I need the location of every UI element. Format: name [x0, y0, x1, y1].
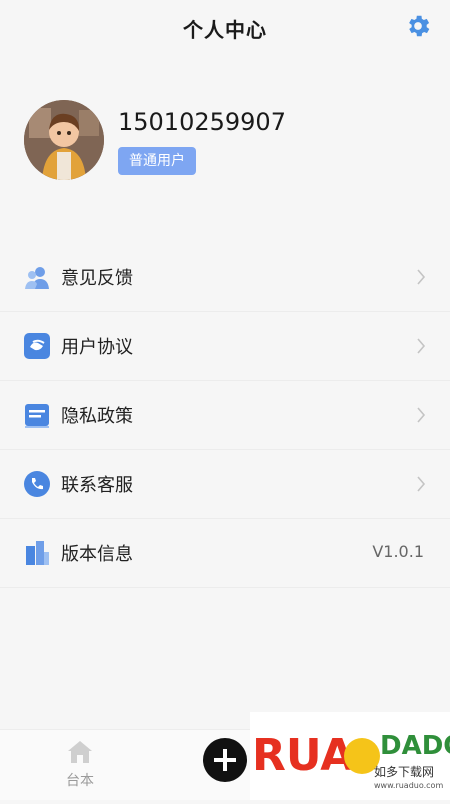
avatar-image [24, 100, 104, 180]
menu-item-privacy-policy[interactable]: 隐私政策 [0, 381, 450, 450]
user-level-badge: 普通用户 [118, 147, 196, 175]
svg-text:DADO: DADO [380, 731, 450, 761]
watermark-logo: RUA DADO 如多下载网 www.ruaduo.com [250, 712, 450, 800]
avatar[interactable] [24, 100, 104, 180]
chevron-right-icon [417, 338, 426, 354]
tab-home-label: 台本 [66, 773, 94, 789]
svg-text:www.ruaduo.com: www.ruaduo.com [374, 781, 443, 790]
menu-item-label: 意见反馈 [61, 268, 133, 289]
menu-item-label: 联系客服 [61, 475, 133, 496]
svg-text:RUA: RUA [252, 730, 354, 781]
plus-icon [214, 749, 236, 771]
document-icon [25, 404, 49, 428]
chevron-right-icon [417, 407, 426, 423]
menu-item-user-agreement[interactable]: 用户协议 [0, 312, 450, 381]
tab-home[interactable]: 台本 [58, 740, 102, 792]
menu-item-label: 用户协议 [61, 337, 133, 358]
settings-menu: 意见反馈 用户协议 隐私政策 联系客服 版本信息 V1.0.1 [0, 243, 450, 588]
users-icon [25, 267, 49, 289]
building-icon [26, 541, 49, 565]
menu-item-feedback[interactable]: 意见反馈 [0, 243, 450, 312]
home-icon [68, 741, 92, 763]
user-phone: 15010259907 [118, 108, 286, 136]
menu-item-label: 版本信息 [61, 544, 133, 565]
bottom-tab-bar: 台本 RUA DADO 如多下载网 www.ruaduo.com [0, 712, 450, 800]
watermark-logo-image: RUA DADO 如多下载网 www.ruaduo.com [252, 730, 450, 790]
svg-text:如多下载网: 如多下载网 [374, 764, 434, 779]
chevron-right-icon [417, 269, 426, 285]
profile-card[interactable]: 15010259907 普通用户 [0, 96, 450, 192]
menu-item-version-info[interactable]: 版本信息 V1.0.1 [0, 519, 450, 588]
menu-item-customer-service[interactable]: 联系客服 [0, 450, 450, 519]
add-button[interactable] [203, 738, 247, 782]
menu-item-label: 隐私政策 [61, 406, 133, 427]
chevron-right-icon [417, 476, 426, 492]
page-title: 个人中心 [183, 18, 267, 42]
version-value: V1.0.1 [372, 542, 424, 561]
handshake-icon [24, 333, 50, 359]
gear-icon[interactable] [404, 12, 432, 40]
phone-icon [24, 471, 50, 497]
top-bar: 个人中心 [0, 0, 450, 56]
